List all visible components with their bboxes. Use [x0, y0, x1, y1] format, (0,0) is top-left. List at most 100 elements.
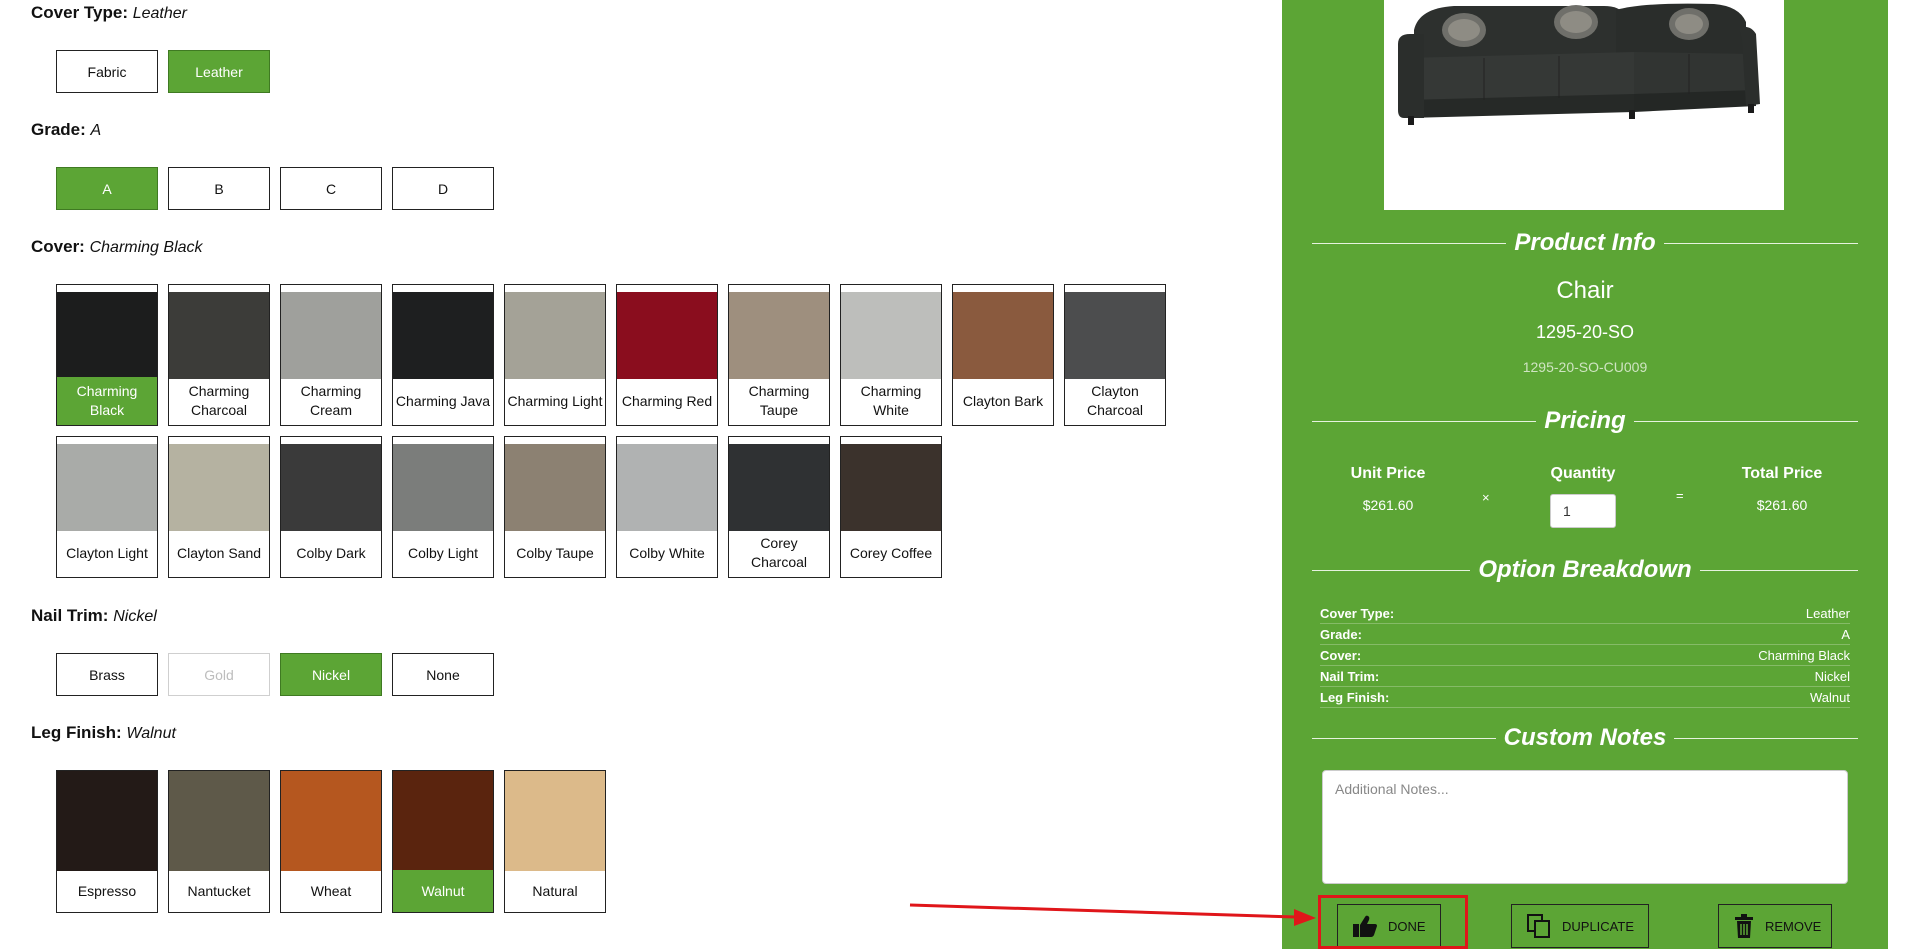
times-symbol: × — [1482, 490, 1490, 505]
cover-swatch[interactable]: Colby Light — [392, 436, 494, 578]
leg-finish-swatch[interactable]: Espresso — [56, 770, 158, 913]
cover-swatch[interactable]: Charming Cream — [280, 284, 382, 426]
cover-swatch[interactable]: Corey Charcoal — [728, 436, 830, 578]
cover-swatch[interactable]: Charming Red — [616, 284, 718, 426]
remove-button[interactable]: REMOVE — [1718, 904, 1832, 948]
swatch-label: Colby Taupe — [516, 544, 594, 561]
swatch-label: Clayton Sand — [176, 544, 262, 561]
cover-type-selected: Leather — [132, 5, 187, 22]
swatch-label: Espresso — [77, 882, 137, 899]
swatch-chip — [281, 292, 381, 379]
swatch-label: Charming Black — [57, 377, 157, 425]
cover-swatch[interactable]: Charming White — [840, 284, 942, 426]
nail-trim-nickel-button[interactable]: Nickel — [280, 653, 382, 696]
swatch-label: Colby Dark — [296, 544, 366, 561]
swatch-chip — [169, 771, 269, 871]
trash-icon — [1735, 914, 1753, 938]
leg-finish-swatch[interactable]: Wheat — [280, 770, 382, 913]
cover-swatch[interactable]: Charming Taupe — [728, 284, 830, 426]
swatch-chip — [57, 444, 157, 531]
pricing-header: Pricing — [1312, 406, 1859, 436]
cover-heading: Cover: Charming Black — [31, 237, 203, 256]
swatch-label: Wheat — [310, 882, 352, 899]
swatch-chip — [281, 771, 381, 871]
swatch-label: Clayton Bark — [962, 392, 1044, 409]
quantity-input[interactable] — [1550, 494, 1616, 528]
quantity-block: Quantity — [1550, 465, 1616, 482]
grade-a-button[interactable]: A — [56, 167, 158, 210]
breakdown-row: Leg Finish: Walnut — [1320, 687, 1850, 708]
grade-d-button[interactable]: D — [392, 167, 494, 210]
total-price-value: $261.60 — [1756, 497, 1808, 513]
swatch-chip — [57, 771, 157, 871]
swatch-label: Charming White — [860, 383, 922, 418]
swatch-chip — [617, 444, 717, 531]
custom-notes-header: Custom Notes — [1312, 723, 1858, 753]
cover-swatch[interactable]: Corey Coffee — [840, 436, 942, 578]
cover-type-heading: Cover Type: Leather — [31, 3, 187, 22]
swatch-label: Clayton Charcoal — [1086, 383, 1144, 418]
leg-finish-swatch[interactable]: Nantucket — [168, 770, 270, 913]
product-name: Chair — [1556, 277, 1614, 304]
swatch-chip — [393, 292, 493, 379]
breakdown-row: Nail Trim: Nickel — [1320, 666, 1850, 687]
swatch-label: Colby White — [629, 544, 705, 561]
equals-symbol: = — [1676, 488, 1684, 503]
nail-trim-brass-button[interactable]: Brass — [56, 653, 158, 696]
grade-heading: Grade: A — [31, 120, 102, 139]
swatch-label: Charming Taupe — [748, 383, 810, 418]
sectional-sofa-image — [1384, 0, 1784, 210]
total-price: Total Price $261.60 — [1707, 465, 1857, 513]
cover-swatch[interactable]: Clayton Sand — [168, 436, 270, 578]
leg-finish-heading: Leg Finish: Walnut — [31, 723, 176, 742]
leg-finish-selected: Walnut — [126, 725, 176, 742]
swatch-chip — [505, 444, 605, 531]
breakdown-row: Cover: Charming Black — [1320, 645, 1850, 666]
swatch-chip — [169, 292, 269, 379]
swatch-chip — [729, 292, 829, 379]
nail-trim-selected: Nickel — [113, 608, 157, 625]
notes-textarea[interactable] — [1322, 770, 1848, 884]
grade-b-button[interactable]: B — [168, 167, 270, 210]
nail-trim-none-button[interactable]: None — [392, 653, 494, 696]
cover-swatch[interactable]: Colby White — [616, 436, 718, 578]
product-code: 1295-20-SO — [1535, 322, 1635, 342]
cover-swatch[interactable]: Colby Taupe — [504, 436, 606, 578]
cover-swatch[interactable]: Colby Dark — [280, 436, 382, 578]
swatch-label: Charming Light — [507, 392, 603, 409]
swatch-chip — [169, 444, 269, 531]
unit-price-value: $261.60 — [1362, 497, 1414, 513]
swatch-label: Nantucket — [187, 882, 251, 899]
swatch-label: Colby Light — [407, 544, 479, 561]
product-image — [1384, 0, 1784, 210]
cover-swatch[interactable]: Charming Charcoal — [168, 284, 270, 426]
swatch-chip — [281, 444, 381, 531]
cover-swatch[interactable]: Clayton Charcoal — [1064, 284, 1166, 426]
swatch-label: Charming Java — [395, 392, 491, 409]
breakdown-row: Cover Type: Leather — [1320, 603, 1850, 624]
swatch-label: Walnut — [393, 870, 493, 912]
cover-swatch[interactable]: Charming Java — [392, 284, 494, 426]
cover-swatch[interactable]: Clayton Light — [56, 436, 158, 578]
duplicate-button[interactable]: DUPLICATE — [1511, 904, 1649, 948]
cover-type-leather-button[interactable]: Leather — [168, 50, 270, 93]
summary-panel: Product Info Chair 1295-20-SO 1295-20-SO… — [1282, 0, 1888, 949]
grade-c-button[interactable]: C — [280, 167, 382, 210]
swatch-chip — [57, 292, 157, 379]
cover-swatch[interactable]: Charming Light — [504, 284, 606, 426]
cover-swatch[interactable]: Clayton Bark — [952, 284, 1054, 426]
cover-type-fabric-button[interactable]: Fabric — [56, 50, 158, 93]
swatch-chip — [505, 292, 605, 379]
cover-swatch[interactable]: Charming Black — [56, 284, 158, 426]
grade-selected: A — [90, 122, 102, 139]
breakdown-row: Grade: A — [1320, 624, 1850, 645]
duplicate-icon — [1527, 914, 1550, 938]
swatch-label: Charming Charcoal — [188, 383, 250, 418]
leg-finish-swatch[interactable]: Walnut — [392, 770, 494, 913]
option-breakdown-header: Option Breakdown — [1312, 555, 1858, 585]
annotation-highlight-box — [1318, 895, 1468, 949]
leg-finish-swatch[interactable]: Natural — [504, 770, 606, 913]
swatch-chip — [617, 292, 717, 379]
product-sku: 1295-20-SO-CU009 — [1522, 359, 1648, 375]
options-panel: Cover Type: Leather Fabric Leather Grade… — [0, 0, 1280, 949]
